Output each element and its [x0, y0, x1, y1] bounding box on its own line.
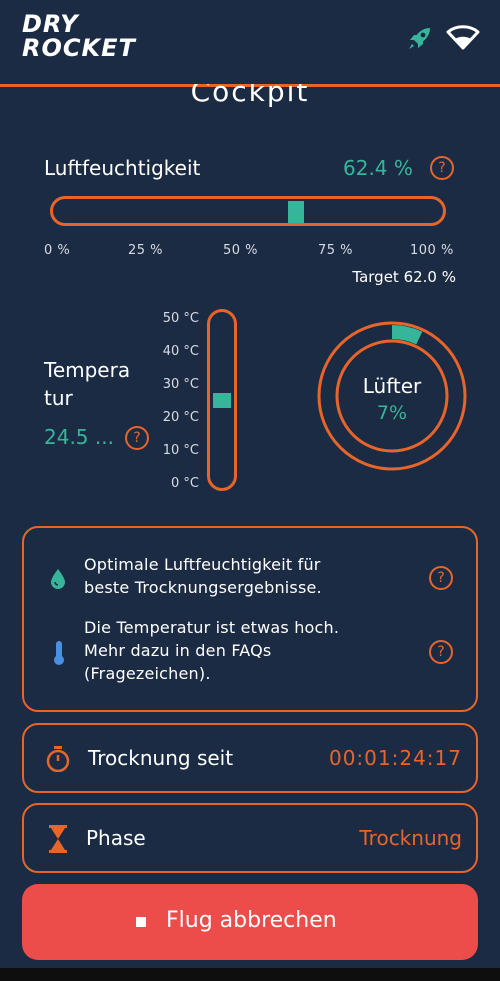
- fan-label: Lüfter: [362, 374, 422, 398]
- drying-time-card: Trocknung seit 00:01:24:17: [22, 723, 478, 793]
- temp-scale-label: 0 °C: [171, 476, 199, 491]
- fan-value: 7%: [376, 402, 408, 424]
- info-text-temperature: Die Temperatur ist etwas hoch. Mehr dazu…: [84, 618, 340, 683]
- temp-scale-label: 50 °C: [162, 311, 199, 326]
- temperature-value: 24.5 ...: [44, 425, 114, 449]
- humidity-tick: 0 %: [44, 243, 71, 258]
- thermometer-icon: [53, 640, 65, 666]
- info-humidity-help-icon[interactable]: ?: [429, 566, 453, 590]
- phase-value: Trocknung: [359, 826, 462, 850]
- temperature-marker: [213, 393, 231, 409]
- info-temperature-help-icon[interactable]: ?: [429, 640, 453, 664]
- info-text-humidity: Optimale Luftfeuchtigkeit für beste Troc…: [84, 555, 322, 597]
- hourglass-icon: [49, 825, 67, 853]
- temp-scale-label: 10 °C: [162, 443, 199, 458]
- temperature-help-icon[interactable]: ?: [125, 426, 149, 450]
- temperature-label: Tempera tur: [44, 358, 131, 410]
- drying-time-value: 00:01:24:17: [328, 746, 462, 770]
- phase-card: Phase Trocknung: [22, 803, 478, 873]
- humidity-target: Target 62.0 %: [352, 268, 456, 286]
- logo: DRY ROCKET: [22, 10, 136, 62]
- app-header: DRY ROCKET: [0, 0, 500, 86]
- info-card: Optimale Luftfeuchtigkeit für beste Troc…: [22, 526, 478, 712]
- stop-icon: [136, 917, 146, 927]
- rocket-icon[interactable]: [406, 24, 434, 52]
- humidity-help-icon[interactable]: ?: [430, 156, 454, 180]
- drying-time-label: Trocknung seit: [88, 746, 234, 770]
- temperature-bar: [207, 309, 237, 491]
- humidity-tick: 75 %: [318, 243, 354, 258]
- water-drop-icon: [50, 568, 66, 590]
- system-nav-strip: [0, 968, 500, 981]
- phase-label: Phase: [86, 826, 146, 850]
- abort-flight-label: Flug abbrechen: [166, 908, 337, 933]
- humidity-tick: 50 %: [223, 243, 259, 258]
- humidity-marker: [288, 201, 305, 223]
- temp-scale-label: 30 °C: [162, 377, 199, 392]
- humidity-label: Luftfeuchtigkeit: [44, 156, 201, 180]
- humidity-bar: [50, 196, 446, 226]
- humidity-value: 62.4 %: [343, 156, 413, 180]
- abort-flight-button[interactable]: Flug abbrechen: [22, 884, 478, 960]
- humidity-tick: 25 %: [128, 243, 164, 258]
- page-title: Cockpit: [190, 84, 310, 108]
- temp-scale-label: 20 °C: [162, 410, 199, 425]
- stopwatch-icon: [46, 746, 70, 773]
- wifi-icon[interactable]: [446, 24, 480, 50]
- humidity-tick: 100 %: [410, 243, 454, 258]
- temp-scale-label: 40 °C: [162, 344, 199, 359]
